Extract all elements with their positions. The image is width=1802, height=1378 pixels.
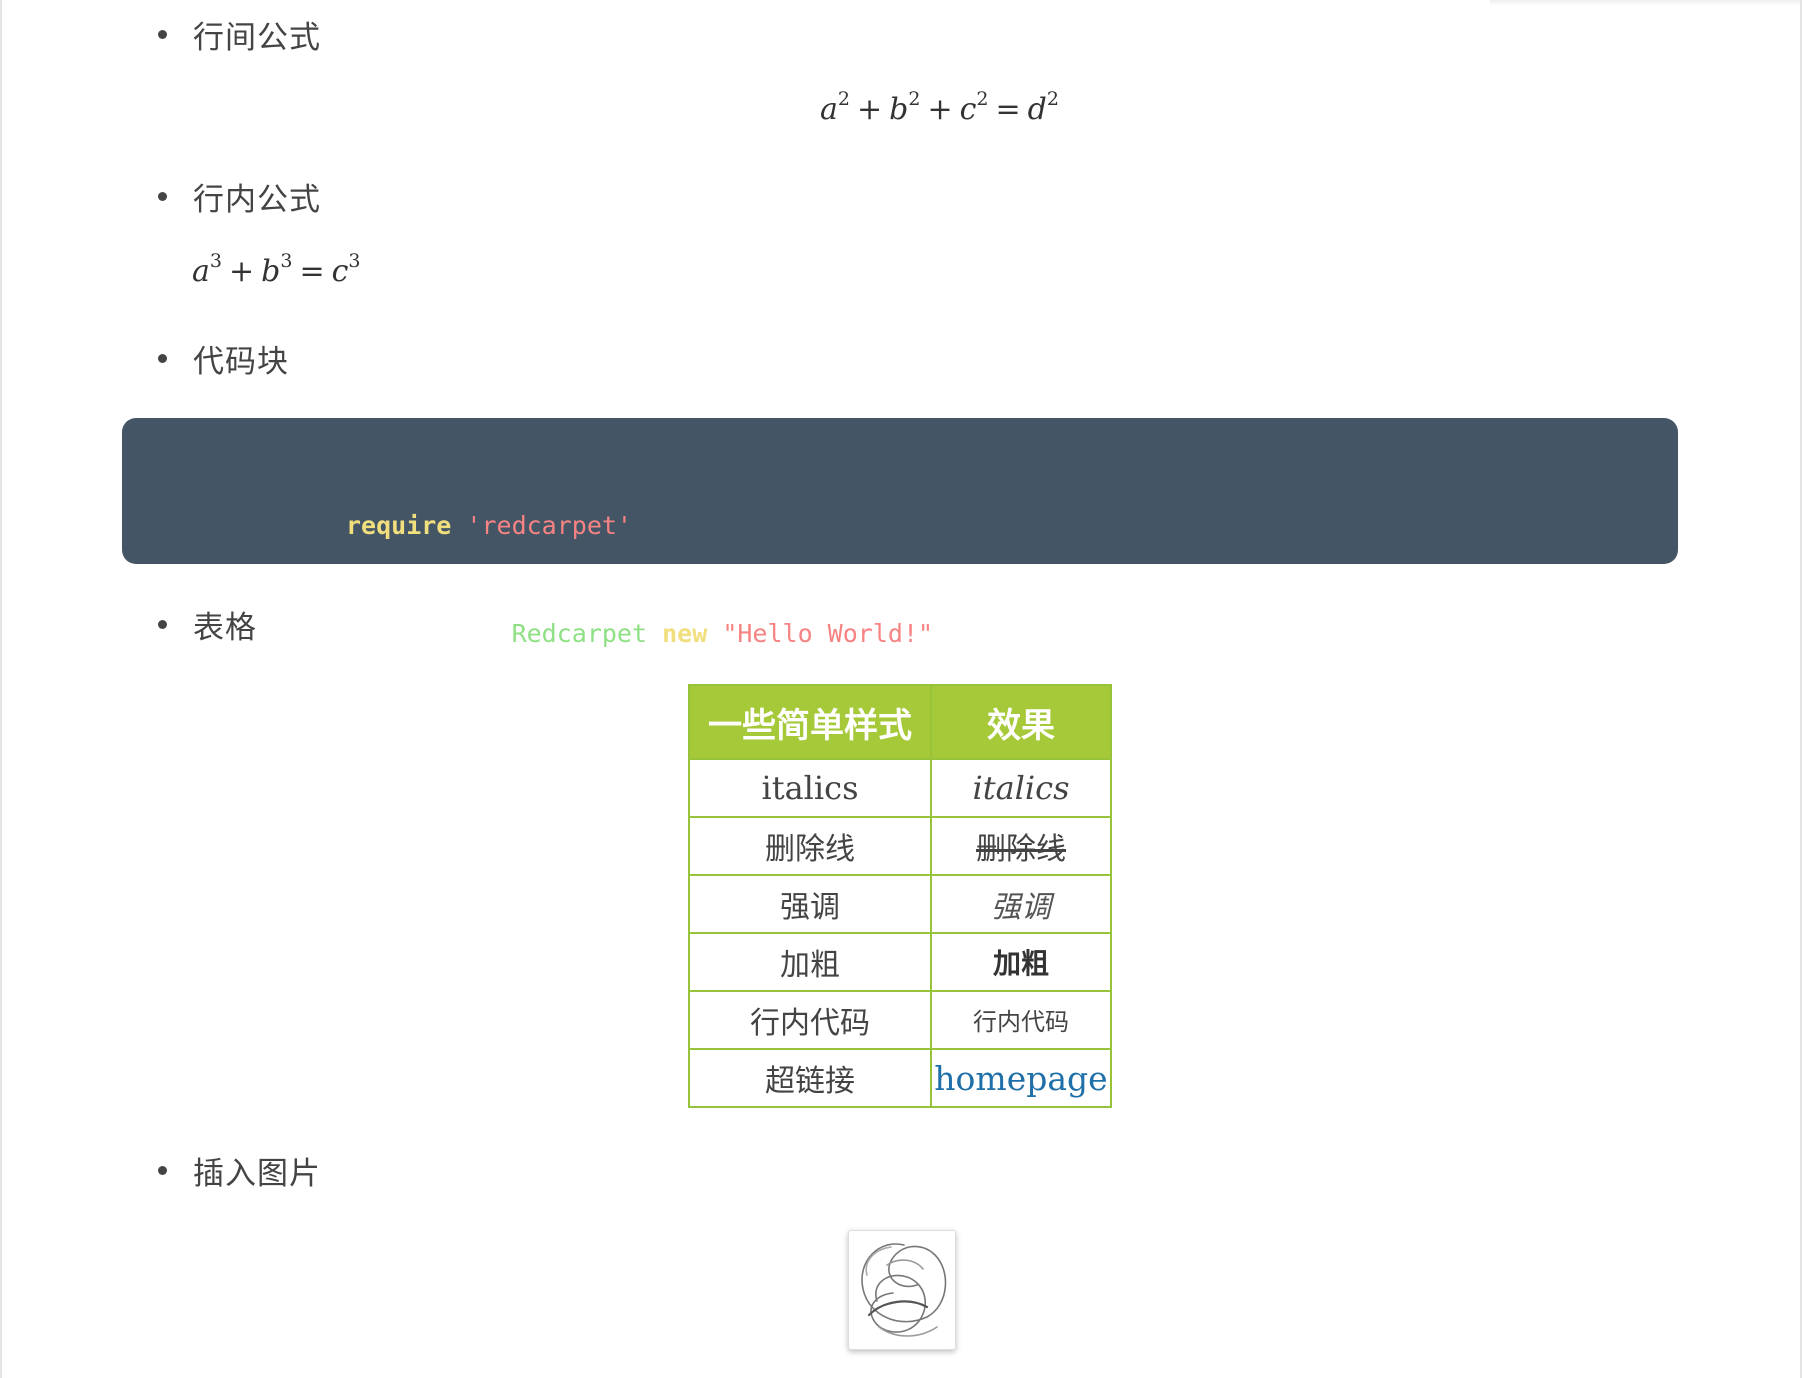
formula-exponent: 3 (209, 250, 222, 272)
table-cell-effect: 删除线 (930, 816, 1112, 876)
formula-var-b: b (261, 254, 281, 289)
bullet-dot (158, 1165, 167, 1175)
formula-operator: + (228, 254, 255, 289)
formula-operator: = (995, 92, 1021, 127)
list-item-label: 表格 (193, 609, 257, 646)
table-cell-style: 强调 (688, 874, 932, 934)
table-cell-effect: homepage (930, 1048, 1112, 1108)
code-plain-text: puts markdown.to_html (346, 727, 663, 756)
top-overlay-shadow (1490, 0, 1800, 6)
table-row: 强调 强调 (688, 874, 1112, 934)
table-cell-effect: 强调 (930, 874, 1112, 934)
code-keyword: require (346, 511, 452, 540)
table-row: 行内代码 行内代码 (688, 990, 1112, 1050)
code-paren-open: ( (707, 619, 723, 648)
formula-var-d: d (1027, 92, 1047, 127)
list-item-label: 代码块 (193, 343, 289, 380)
formula-exponent: 3 (280, 250, 293, 272)
inline-code-sample: 行内代码 (973, 1008, 1069, 1036)
table-header-effect: 效果 (930, 684, 1112, 760)
table-cell-style: 超链接 (688, 1048, 932, 1108)
formula-operator: = (299, 254, 325, 289)
bullet-dot (158, 353, 167, 363)
code-line-2: markdown = Redcarpet.new("Hello World!") (346, 616, 948, 652)
styles-table: 一些简单样式 效果 italics italics 删除线 删除线 强调 强调 … (688, 684, 1112, 1108)
table-header-style: 一些简单样式 (688, 684, 932, 760)
formula-exponent: 2 (1046, 88, 1059, 110)
emphasis-sample: 强调 (991, 890, 1051, 925)
table-header-row: 一些简单样式 效果 (688, 684, 1112, 760)
code-line-1: require 'redcarpet' (346, 508, 948, 544)
formula-operator: + (856, 92, 883, 127)
bullet-dot (158, 29, 167, 39)
table-cell-style: 加粗 (688, 932, 932, 992)
italic-sample: italics (972, 769, 1070, 807)
table-cell-style: 删除线 (688, 816, 932, 876)
formula-var-c: c (959, 92, 977, 127)
list-item-display-formula: 行间公式 (158, 12, 321, 56)
formula-exponent: 2 (976, 88, 989, 110)
formula-var-a: a (820, 92, 838, 127)
list-item-image: 插入图片 (158, 1148, 321, 1192)
list-item-table: 表格 (158, 602, 257, 646)
table-row: 超链接 homepage (688, 1048, 1112, 1108)
list-item-inline-formula: 行内公式 (158, 174, 321, 218)
table-row: 删除线 删除线 (688, 816, 1112, 876)
list-item-label: 行间公式 (193, 19, 321, 56)
display-formula: a2 + b2 + c2 = d2 (820, 90, 1059, 128)
list-item-label: 行内公式 (193, 181, 321, 218)
bullet-dot (158, 619, 167, 629)
list-item-label: 插入图片 (193, 1155, 321, 1192)
inserted-image (848, 1230, 956, 1350)
bold-sample: 加粗 (992, 947, 1049, 980)
homepage-link[interactable]: homepage (934, 1059, 1107, 1098)
formula-var-b: b (889, 92, 909, 127)
inline-formula: a3 + b3 = c3 (192, 252, 360, 290)
scribble-signature-icon (861, 1243, 947, 1337)
formula-var-a: a (192, 254, 210, 289)
formula-var-c: c (331, 254, 349, 289)
table-row: 加粗 加粗 (688, 932, 1112, 992)
formula-exponent: 2 (837, 88, 850, 110)
list-item-code-block: 代码块 (158, 336, 289, 380)
table-cell-style: italics (688, 758, 932, 818)
page-left-border (0, 0, 2, 1378)
table-cell-effect: italics (930, 758, 1112, 818)
code-method: new (662, 619, 708, 648)
formula-exponent: 2 (908, 88, 921, 110)
code-string: 'redcarpet' (466, 511, 632, 540)
table-cell-effect: 行内代码 (930, 990, 1112, 1050)
code-dot: . (647, 619, 663, 648)
formula-exponent: 3 (348, 250, 361, 272)
bullet-dot (158, 191, 167, 201)
strikethrough-sample: 删除线 (976, 832, 1066, 867)
formula-operator: + (927, 92, 953, 127)
table-cell-effect: 加粗 (930, 932, 1112, 992)
code-block[interactable]: require 'redcarpet' markdown = Redcarpet… (122, 418, 1678, 756)
code-variable: markdown = (346, 619, 512, 648)
code-string: "Hello World!" (722, 619, 934, 648)
table-row: italics italics (688, 758, 1112, 818)
code-paren-close: ) (933, 619, 949, 648)
table-cell-style: 行内代码 (688, 990, 932, 1050)
code-class-name: Redcarpet (511, 619, 648, 648)
